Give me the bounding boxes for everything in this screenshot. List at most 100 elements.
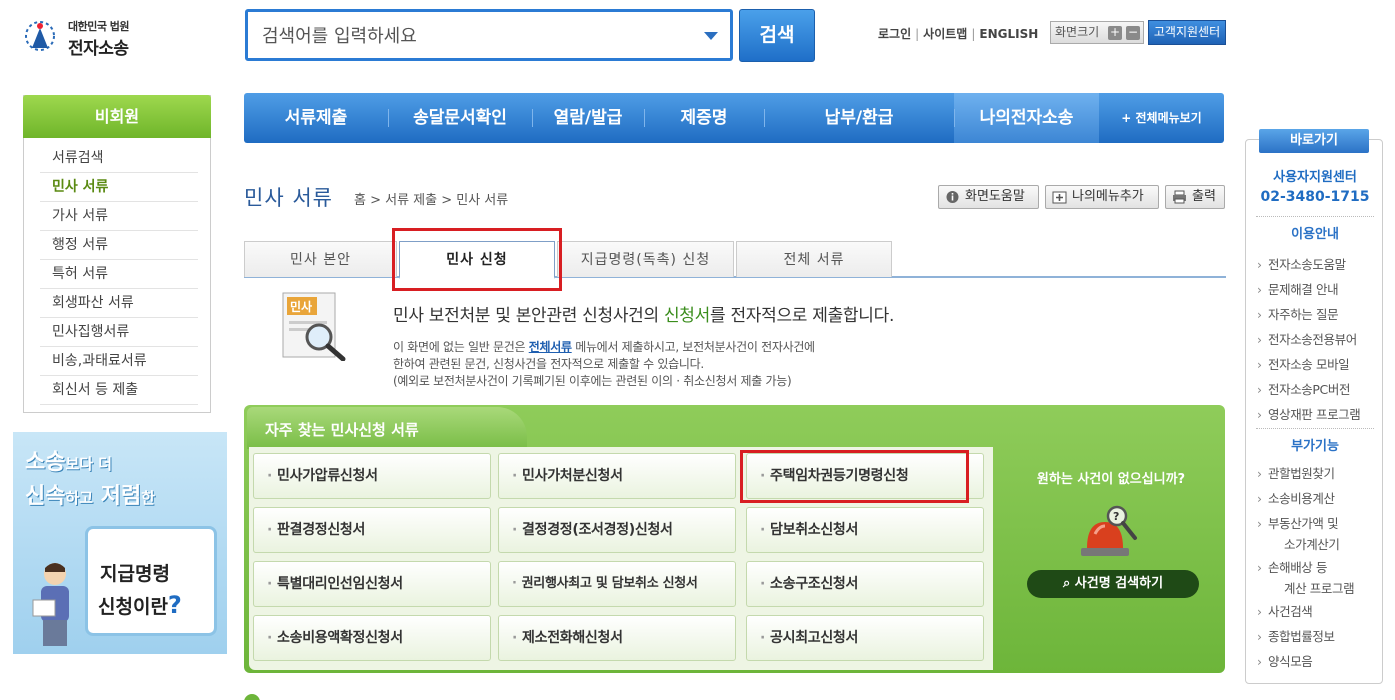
quick-links-panel: 바로가기 사용자지원센터 02-3480-1715 이용안내 전자소송도움말 문… [1245, 129, 1384, 684]
quick-link-forms[interactable]: 양식모음 [1256, 651, 1384, 672]
doc-special-agent[interactable]: · 특별대리인선임신청서 [253, 561, 491, 607]
nav-payment-refund[interactable]: 납부/환급 [764, 93, 954, 143]
person-reading-icon [32, 563, 69, 646]
sidebar-item-civil[interactable]: 민사 서류 [40, 173, 198, 202]
add-menu-icon [1052, 191, 1067, 204]
doc-judgment-correction[interactable]: · 판결경정신청서 [253, 507, 491, 553]
quick-link-faq[interactable]: 자주하는 질문 [1256, 302, 1384, 327]
support-phone: 02-3480-1715 [1260, 189, 1370, 205]
login-link[interactable]: 로그인 [878, 27, 911, 41]
description-title: 민사 보전처분 및 본안관련 신청사건의 신청서를 전자적으로 제출합니다. [393, 306, 895, 326]
doc-decision-correction[interactable]: · 결정경정(조서경정)신청서 [498, 507, 736, 553]
banner-line2: 신속하고 저렴한 [25, 484, 156, 509]
quick-link-video-trial[interactable]: 영상재판 프로그램 [1256, 402, 1384, 427]
extra-links: 관할법원찾기 소송비용계산 부동산가액 및소가계산기 손해배상 등계산 프로그램… [1256, 463, 1384, 672]
civil-document-search-icon: 민사 [282, 292, 346, 361]
quick-link-damages-calc[interactable]: 손해배상 등계산 프로그램 [1256, 557, 1384, 599]
nav-document-submit[interactable]: 서류제출 [244, 93, 388, 143]
document-highlight-box [740, 450, 969, 503]
breadcrumb: 홈 > 서류 제출 > 민사 서류 [354, 193, 509, 208]
section-extra-features: 부가기능 [1256, 428, 1374, 454]
sidebar-item-patent[interactable]: 특허 서류 [40, 260, 198, 289]
left-sidebar: 비회원 서류검색 민사 서류 가사 서류 행정 서류 특허 서류 회생파산 서류… [23, 95, 211, 413]
section-bullet-icon [244, 694, 260, 700]
banner-line1: 소송보다 더 [25, 450, 113, 475]
tab-payment-order[interactable]: 지급명령(독촉) 신청 [557, 241, 734, 277]
banner-board: 지급명령 신청이란? [85, 526, 217, 636]
english-link[interactable]: ENGLISH [979, 27, 1038, 41]
tab-all-documents[interactable]: 전체 서류 [736, 241, 892, 277]
sidebar-item-document-search[interactable]: 서류검색 [40, 144, 198, 173]
top-links: 로그인 | 사이트맵 | ENGLISH [878, 27, 1039, 41]
doc-provisional-attachment[interactable]: · 민사가압류신청서 [253, 453, 491, 499]
doc-provisional-disposition[interactable]: · 민사가처분신청서 [498, 453, 736, 499]
zoom-out-button[interactable]: − [1126, 26, 1140, 40]
sidebar-title: 비회원 [23, 95, 211, 138]
svg-text:?: ? [1113, 510, 1119, 523]
search-button[interactable]: 검색 [739, 9, 815, 62]
side-question: 원하는 사건이 없으십니까? [1036, 472, 1186, 487]
quick-link-court-finder[interactable]: 관할법원찾기 [1256, 463, 1384, 484]
page-title: 민사 서류 [244, 186, 333, 210]
quick-link-troubleshoot[interactable]: 문제해결 안내 [1256, 277, 1384, 302]
sidebar-item-noncontentious[interactable]: 비송,과태료서류 [40, 347, 198, 376]
support-center-label[interactable]: 사용자지원센터 [1246, 166, 1384, 185]
quick-link-mobile[interactable]: 전자소송 모바일 [1256, 352, 1384, 377]
doc-litigation-cost[interactable]: · 소송비용액확정신청서 [253, 615, 491, 661]
payment-order-banner[interactable]: 소송보다 더 신속하고 저렴한 지급명령 신청이란? [13, 432, 227, 654]
guide-links: 전자소송도움말 문제해결 안내 자주하는 질문 전자소송전용뷰어 전자소송 모바… [1256, 252, 1384, 427]
info-icon [946, 191, 959, 203]
site-logo[interactable]: 대한민국 법원 전자소송 [18, 14, 148, 59]
logo-court-text: 대한민국 법원 [68, 20, 130, 33]
sidebar-item-family[interactable]: 가사 서류 [40, 202, 198, 231]
sidebar-item-bankruptcy[interactable]: 회생파산 서류 [40, 289, 198, 318]
zoom-label: 화면크기 [1055, 25, 1100, 39]
quick-link-pc-version[interactable]: 전자소송PC버전 [1256, 377, 1384, 402]
court-emblem-icon [25, 21, 55, 51]
all-documents-link[interactable]: 전체서류 [529, 340, 572, 354]
sidebar-item-reply-submit[interactable]: 회신서 등 제출 [40, 376, 198, 405]
zoom-in-button[interactable]: + [1108, 26, 1122, 40]
quick-link-case-search[interactable]: 사건검색 [1256, 601, 1384, 622]
dropdown-arrow-icon[interactable] [704, 32, 718, 40]
print-button[interactable]: 출력 [1165, 185, 1225, 209]
description-text: 이 화면에 없는 일반 문건은 전체서류 메뉴에서 제출하시고, 보전처분사건이… [393, 340, 815, 388]
search-box [245, 9, 733, 61]
nav-certificate[interactable]: 제증명 [644, 93, 764, 143]
sidebar-item-administrative[interactable]: 행정 서류 [40, 231, 198, 260]
nav-view-issue[interactable]: 열람/발급 [532, 93, 644, 143]
add-my-menu-button[interactable]: 나의메뉴추가 [1045, 185, 1159, 209]
quick-link-cost-calc[interactable]: 소송비용계산 [1256, 488, 1384, 509]
search-input[interactable] [262, 23, 682, 49]
screen-help-button[interactable]: 화면도움말 [938, 185, 1039, 209]
doc-public-summons[interactable]: · 공시최고신청서 [746, 615, 984, 661]
printer-icon [1173, 190, 1186, 204]
doc-rights-exercise-notice[interactable]: · 권리행사최고 및 담보취소 신청서 [498, 561, 736, 607]
doc-security-cancellation[interactable]: · 담보취소신청서 [746, 507, 984, 553]
panel-title: 자주 찾는 민사신청 서류 [247, 407, 527, 449]
doc-icon-label: 민사 [290, 299, 312, 314]
tab-civil-main[interactable]: 민사 본안 [244, 241, 397, 277]
case-name-search-button[interactable]: ⌕ 사건명 검색하기 [1027, 570, 1199, 598]
nav-delivery-check[interactable]: 송달문서확인 [388, 93, 532, 143]
sidebar-item-civil-execution[interactable]: 민사집행서류 [40, 318, 198, 347]
nav-my-ecourt[interactable]: 나의전자소송 [954, 93, 1099, 143]
alarm-search-icon: ? [1081, 505, 1137, 556]
main-nav: 서류제출 송달문서확인 열람/발급 제증명 납부/환급 나의전자소송 + 전체메… [244, 93, 1224, 143]
doc-pre-suit-settlement[interactable]: · 제소전화해신청서 [498, 615, 736, 661]
all-menu-button[interactable]: + 전체메뉴보기 [1099, 93, 1224, 143]
tab-highlight-box [392, 228, 562, 291]
zoom-control: 화면크기 + − [1050, 21, 1144, 44]
search-icon: ⌕ [1062, 576, 1075, 591]
support-center-button[interactable]: 고객지원센터 [1148, 20, 1226, 45]
section-usage-guide: 이용안내 [1256, 216, 1374, 242]
quick-link-legal-info[interactable]: 종합법률정보 [1256, 626, 1384, 647]
case-search-box: 원하는 사건이 없으십니까? ? ⌕ 사건명 검색하기 [1000, 442, 1222, 670]
quick-link-property-calc[interactable]: 부동산가액 및소가계산기 [1256, 513, 1384, 555]
quick-links-title: 바로가기 [1259, 129, 1369, 153]
doc-litigation-aid[interactable]: · 소송구조신청서 [746, 561, 984, 607]
sitemap-link[interactable]: 사이트맵 [923, 27, 967, 41]
quick-link-viewer[interactable]: 전자소송전용뷰어 [1256, 327, 1384, 352]
quick-link-help[interactable]: 전자소송도움말 [1256, 252, 1384, 277]
logo-site-text: 전자소송 [68, 39, 129, 59]
